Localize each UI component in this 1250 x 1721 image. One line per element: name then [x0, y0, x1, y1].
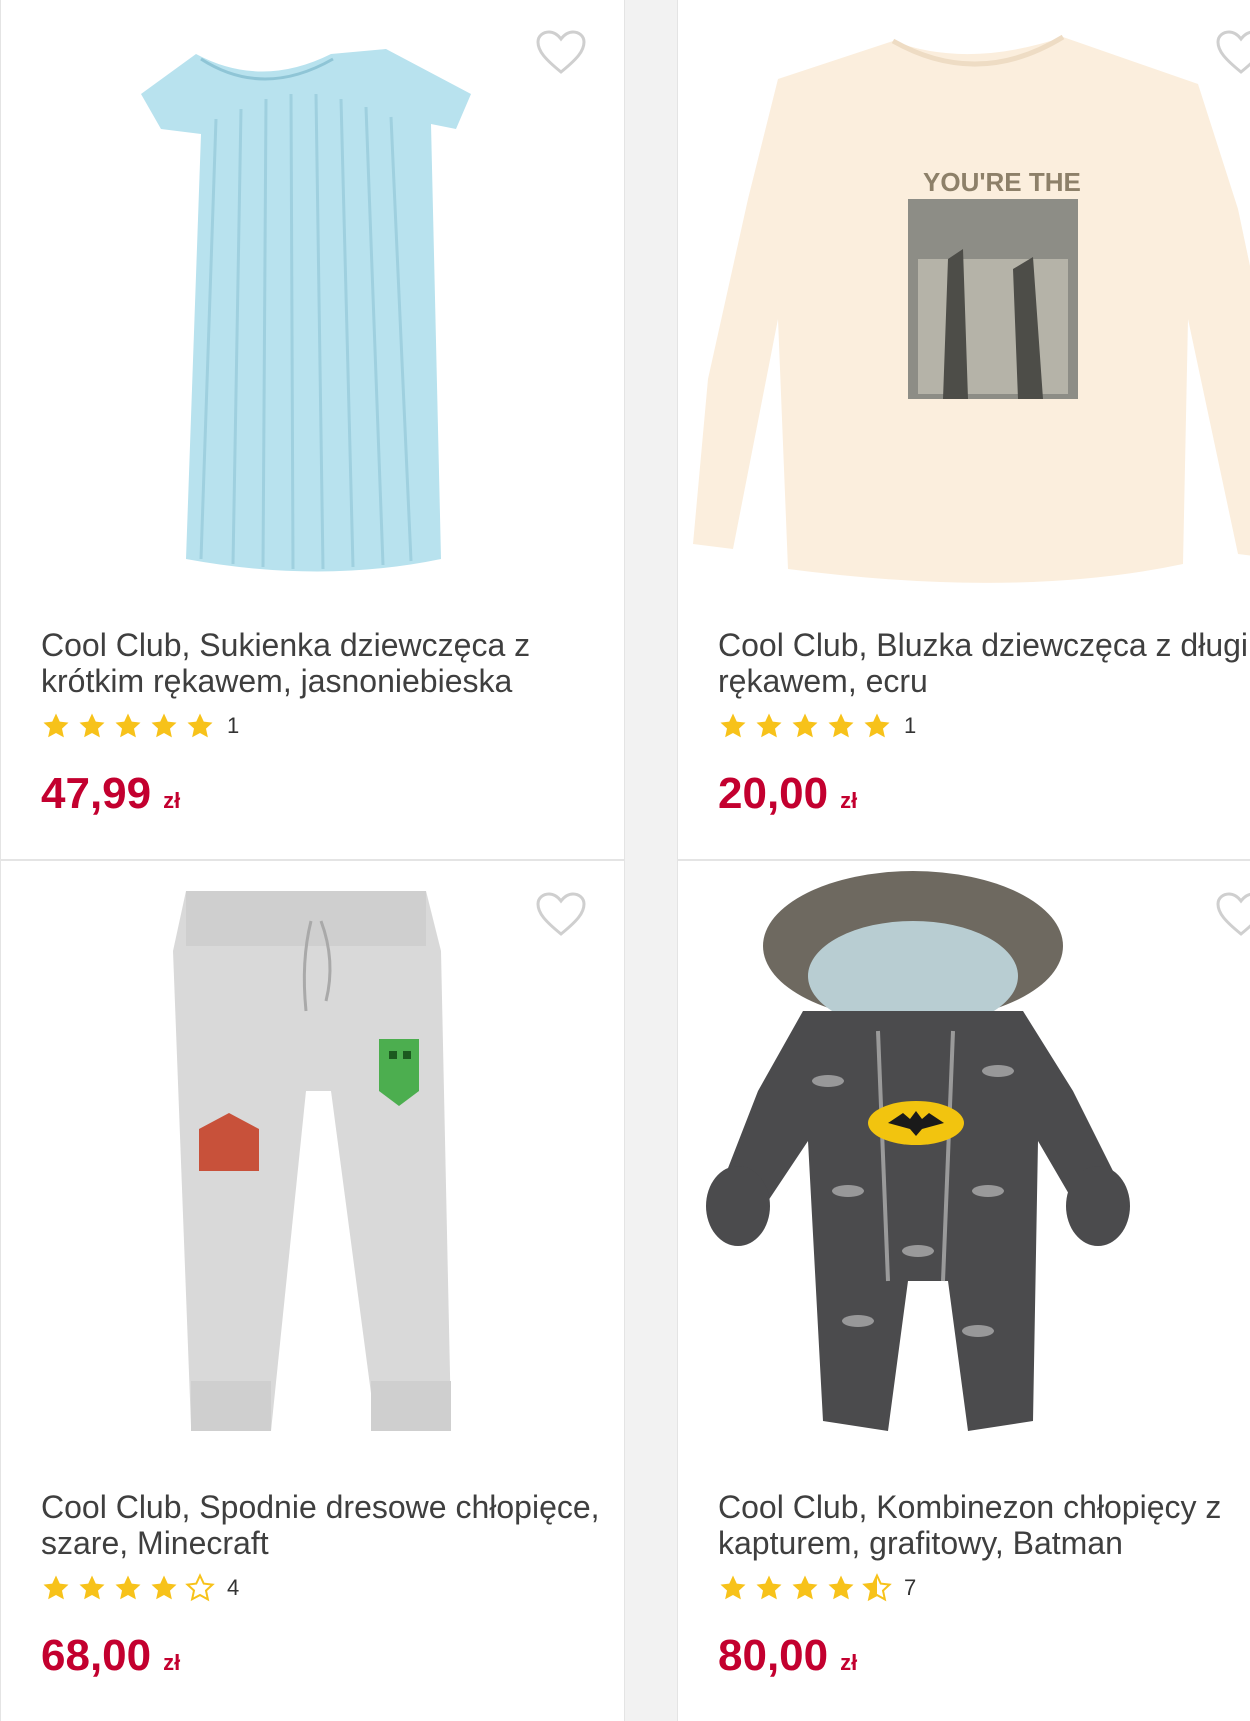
product-price: 80,00 zł	[718, 1631, 857, 1681]
price-value: 20,00	[718, 769, 829, 818]
product-image-sweatpants[interactable]	[1, 861, 624, 1481]
product-card[interactable]: Cool Club, Kombinezon chłopięcy z kaptur…	[677, 860, 1250, 1721]
product-image-blouse[interactable]: YOU'RE THE	[678, 0, 1250, 619]
product-card[interactable]: YOU'RE THE Cool Club, Bluzka dziewczęca …	[677, 0, 1250, 860]
price-value: 68,00	[41, 1631, 152, 1680]
rating: 1	[718, 709, 916, 743]
heart-outline-icon[interactable]	[1215, 29, 1250, 75]
star-full-icon	[151, 1575, 177, 1600]
star-full-icon	[720, 1575, 746, 1600]
price-currency: zł	[163, 788, 181, 813]
heart-outline-icon[interactable]	[535, 891, 587, 937]
rating-count: 7	[904, 1575, 917, 1600]
star-full-icon	[828, 1575, 854, 1600]
product-title[interactable]: Cool Club, Sukienka dziewczęca z krótkim…	[41, 627, 601, 699]
product-title[interactable]: Cool Club, Bluzka dziewczęca z długim rę…	[718, 627, 1250, 699]
rating-count: 1	[227, 713, 240, 738]
heart-outline-icon[interactable]	[535, 29, 587, 75]
star-full-icon	[187, 713, 213, 738]
star-full-icon	[115, 713, 141, 738]
rating-count: 1	[904, 713, 917, 738]
product-title[interactable]: Cool Club, Spodnie dresowe chłopięce, sz…	[41, 1489, 601, 1561]
blouse-print-text: YOU'RE THE	[923, 167, 1081, 197]
rating-count: 4	[227, 1575, 240, 1600]
price-currency: zł	[163, 1650, 181, 1675]
star-empty-icon	[185, 1573, 215, 1602]
star-full-icon	[792, 713, 818, 738]
star-full-icon	[720, 713, 746, 738]
product-price: 47,99 zł	[41, 769, 180, 819]
product-card[interactable]: Cool Club, Sukienka dziewczęca z krótkim…	[0, 0, 625, 860]
star-full-icon	[79, 1575, 105, 1600]
heart-outline-icon[interactable]	[1215, 891, 1250, 937]
rating: 4	[41, 1571, 239, 1605]
product-title[interactable]: Cool Club, Kombinezon chłopięcy z kaptur…	[718, 1489, 1250, 1561]
star-full-icon	[756, 713, 782, 738]
star-full-icon	[792, 1575, 818, 1600]
star-full-icon	[115, 1575, 141, 1600]
star-full-icon	[864, 713, 890, 738]
star-full-icon	[43, 1575, 69, 1600]
product-price: 68,00 zł	[41, 1631, 180, 1681]
product-card[interactable]: Cool Club, Spodnie dresowe chłopięce, sz…	[0, 860, 625, 1721]
price-currency: zł	[840, 788, 858, 813]
rating: 1	[41, 709, 239, 743]
price-value: 47,99	[41, 769, 152, 818]
price-value: 80,00	[718, 1631, 829, 1680]
star-full-icon	[151, 713, 177, 738]
star-full-icon	[756, 1575, 782, 1600]
product-grid: Cool Club, Sukienka dziewczęca z krótkim…	[0, 0, 1250, 1721]
rating: 7	[718, 1571, 916, 1605]
price-currency: zł	[840, 1650, 858, 1675]
product-price: 20,00 zł	[718, 769, 857, 819]
star-full-icon	[43, 713, 69, 738]
star-full-icon	[828, 713, 854, 738]
star-full-icon	[79, 713, 105, 738]
product-image-dress[interactable]	[1, 0, 624, 619]
product-image-snowsuit[interactable]	[678, 861, 1250, 1481]
star-half-icon	[862, 1573, 892, 1602]
